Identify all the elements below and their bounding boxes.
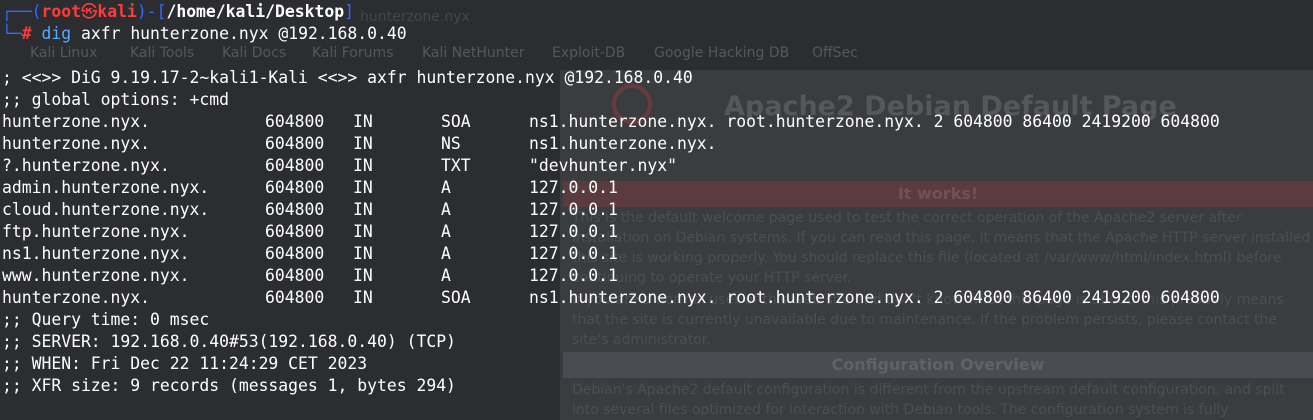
- record-name: ns1.hunterzone.nyx.: [2, 244, 190, 263]
- server-line: ;; SERVER: 192.168.0.40#53(192.168.0.40)…: [2, 332, 456, 351]
- record-class: IN: [353, 112, 373, 131]
- prompt-frame-open: ┌──(: [2, 2, 42, 21]
- command-arguments: axfr hunterzone.nyx @192.168.0.40: [71, 24, 407, 43]
- record-name: ftp.hunterzone.nyx.: [2, 222, 190, 241]
- record-ttl: 604800: [265, 156, 325, 175]
- record-data: ns1.hunterzone.nyx. root.hunterzone.nyx.…: [529, 288, 1220, 307]
- record-ttl: 604800: [265, 222, 325, 241]
- record-name: hunterzone.nyx.: [2, 288, 151, 307]
- record-ttl: 604800: [265, 288, 325, 307]
- record-name: hunterzone.nyx.: [2, 112, 151, 131]
- record-type: TXT: [441, 156, 471, 175]
- prompt-frame-bottom: └─: [2, 24, 22, 43]
- prompt-frame-mid: )-[: [136, 2, 167, 21]
- dig-options-line: ;; global options: +cmd: [2, 90, 229, 109]
- prompt-frame-close: ]: [344, 2, 354, 21]
- record-type: SOA: [441, 288, 471, 307]
- record-data: ns1.hunterzone.nyx. root.hunterzone.nyx.…: [529, 112, 1220, 131]
- record-type: A: [441, 266, 451, 285]
- record-name: www.hunterzone.nyx.: [2, 266, 190, 285]
- record-ttl: 604800: [265, 200, 325, 219]
- skull-icon: ㉿: [80, 2, 98, 21]
- prompt-path: /home/kali/Desktop: [166, 2, 345, 21]
- record-data: ns1.hunterzone.nyx.: [529, 134, 717, 153]
- record-class: IN: [353, 178, 373, 197]
- record-name: hunterzone.nyx.: [2, 134, 151, 153]
- terminal-output[interactable]: ┌──(root㉿kali)-[/home/kali/Desktop] └─# …: [0, 0, 1313, 414]
- record-class: IN: [353, 200, 373, 219]
- record-data: 127.0.0.1: [529, 200, 618, 219]
- record-ttl: 604800: [265, 178, 325, 197]
- record-data: 127.0.0.1: [529, 178, 618, 197]
- command-name: dig: [41, 24, 72, 43]
- record-type: A: [441, 222, 451, 241]
- prompt-host: kali: [97, 2, 137, 21]
- query-time-line: ;; Query time: 0 msec: [2, 310, 210, 329]
- record-class: IN: [353, 134, 373, 153]
- record-type: A: [441, 244, 451, 263]
- record-data: 127.0.0.1: [529, 266, 618, 285]
- record-name: admin.hunterzone.nyx.: [2, 178, 210, 197]
- record-class: IN: [353, 156, 373, 175]
- record-ttl: 604800: [265, 266, 325, 285]
- record-type: A: [441, 178, 451, 197]
- prompt-symbol: #: [21, 24, 32, 43]
- record-type: SOA: [441, 112, 471, 131]
- dig-banner-line: ; <<>> DiG 9.19.17-2~kali1-Kali <<>> axf…: [2, 68, 693, 87]
- when-line: ;; WHEN: Fri Dec 22 11:24:29 CET 2023: [2, 354, 368, 373]
- record-class: IN: [353, 288, 373, 307]
- record-type: NS: [441, 134, 461, 153]
- shell-command-line[interactable]: └─# dig axfr hunterzone.nyx @192.168.0.4…: [2, 23, 407, 45]
- record-data: "devhunter.nyx": [529, 156, 678, 175]
- record-class: IN: [353, 244, 373, 263]
- record-ttl: 604800: [265, 244, 325, 263]
- record-name: ?.hunterzone.nyx.: [2, 156, 170, 175]
- prompt-user: root: [41, 2, 81, 21]
- record-class: IN: [353, 222, 373, 241]
- record-type: A: [441, 200, 451, 219]
- xfr-size-line: ;; XFR size: 9 records (messages 1, byte…: [2, 376, 456, 395]
- shell-prompt-header: ┌──(root㉿kali)-[/home/kali/Desktop]: [2, 1, 354, 23]
- record-data: 127.0.0.1: [529, 222, 618, 241]
- record-ttl: 604800: [265, 134, 325, 153]
- record-data: 127.0.0.1: [529, 244, 618, 263]
- record-name: cloud.hunterzone.nyx.: [2, 200, 210, 219]
- record-class: IN: [353, 266, 373, 285]
- record-ttl: 604800: [265, 112, 325, 131]
